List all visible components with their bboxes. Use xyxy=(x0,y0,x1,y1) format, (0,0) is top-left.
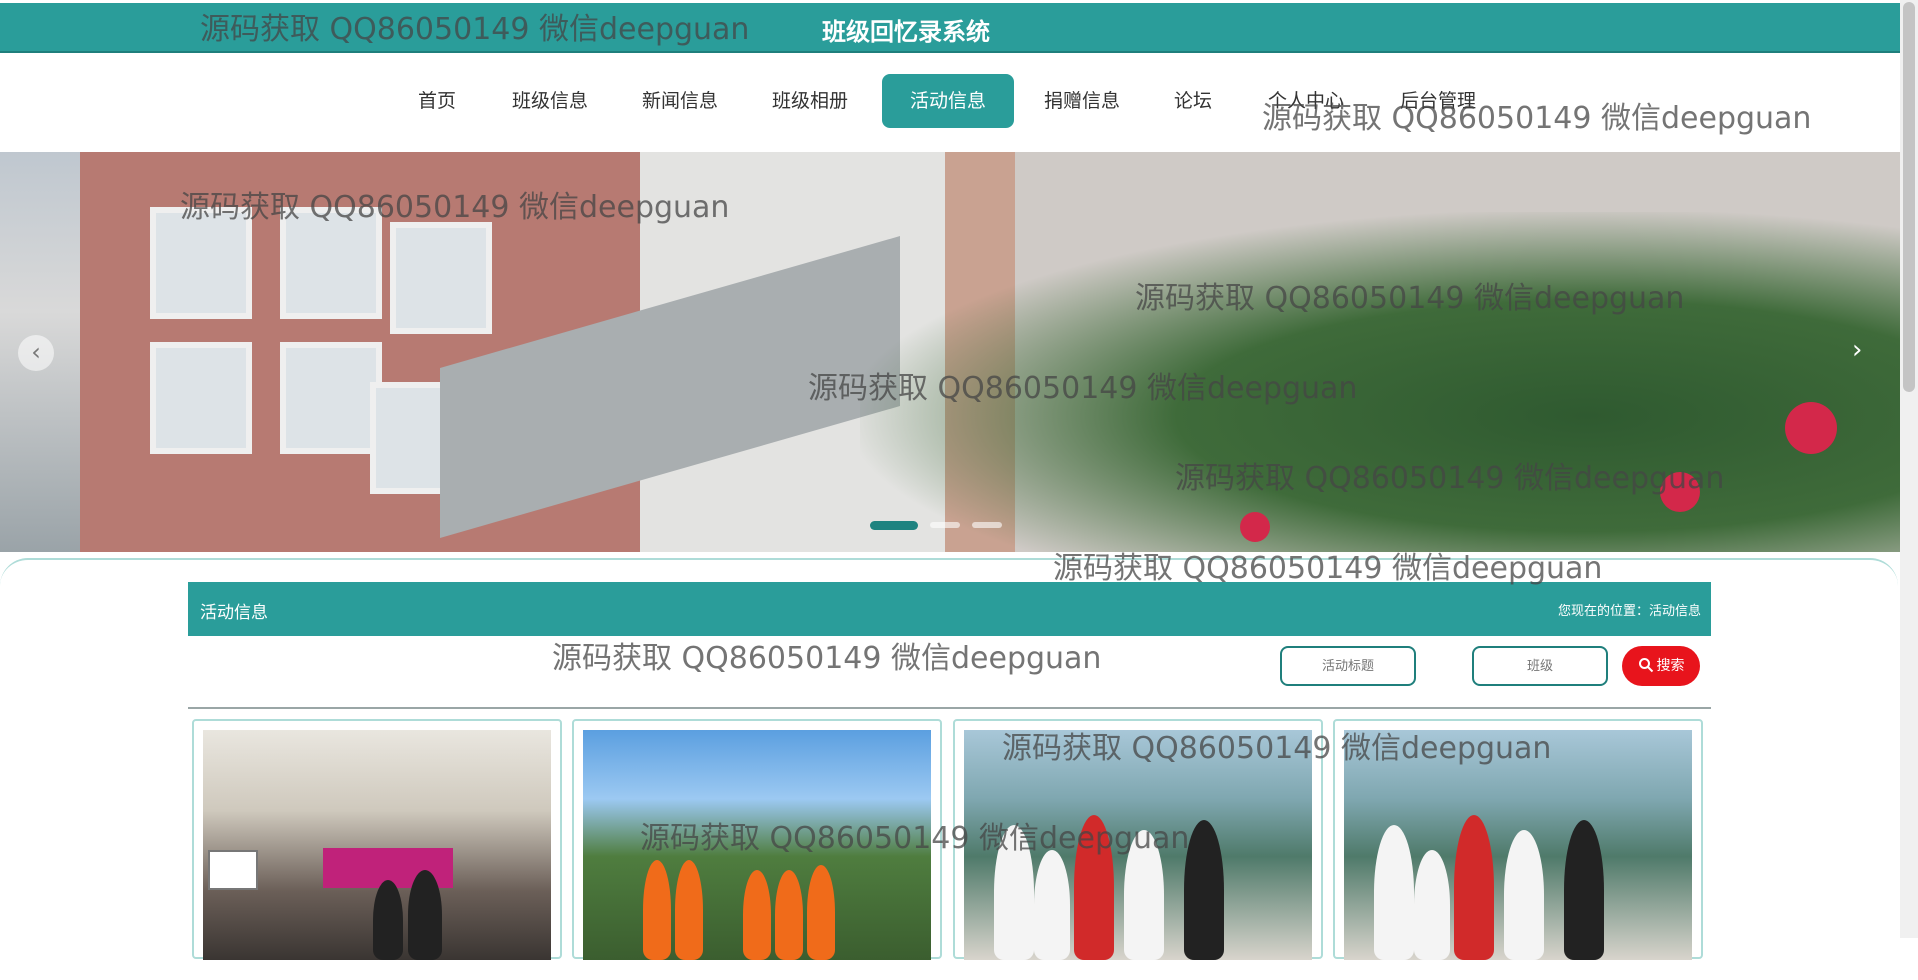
search-button-label: 搜索 xyxy=(1656,658,1685,674)
banner-window xyxy=(280,342,382,454)
image-person xyxy=(743,870,771,960)
nav-item-activities[interactable]: 活动信息 xyxy=(882,74,1015,128)
carousel-prev-icon[interactable]: ‹ xyxy=(18,335,54,371)
site-title: 班级回忆录系统 xyxy=(822,18,990,46)
banner-flower xyxy=(1785,402,1837,454)
image-person xyxy=(373,880,403,960)
image-person xyxy=(1034,850,1070,960)
watermark-text: 源码获取 QQ86050149 微信deepguan xyxy=(200,12,750,47)
carousel-next-icon[interactable]: › xyxy=(1852,335,1862,365)
watermark-text: 源码获取 QQ86050149 微信deepguan xyxy=(1002,731,1552,766)
watermark-text: 源码获取 QQ86050149 微信deepguan xyxy=(640,821,1190,856)
scrollbar-thumb[interactable] xyxy=(1903,2,1915,392)
activity-card[interactable] xyxy=(192,719,562,960)
nav-item-home[interactable]: 首页 xyxy=(390,74,484,128)
banner-flower xyxy=(1240,512,1270,542)
nav-item-forum[interactable]: 论坛 xyxy=(1146,74,1240,128)
image-person xyxy=(775,870,803,960)
nav-item-class-album[interactable]: 班级相册 xyxy=(744,74,876,128)
image-person xyxy=(1414,850,1450,960)
image-person xyxy=(408,870,442,960)
image-person xyxy=(1374,825,1414,960)
search-button[interactable]: 搜索 xyxy=(1622,646,1700,686)
banner-window xyxy=(390,222,492,334)
image-person xyxy=(1504,830,1544,960)
watermark-text: 源码获取 QQ86050149 微信deepguan xyxy=(1175,461,1725,496)
watermark-text: 源码获取 QQ86050149 微信deepguan xyxy=(1053,551,1603,586)
nav-item-class-info[interactable]: 班级信息 xyxy=(484,74,616,128)
image-person xyxy=(1454,815,1494,960)
image-person xyxy=(643,860,671,960)
watermark-text: 源码获取 QQ86050149 微信deepguan xyxy=(808,371,1358,406)
breadcrumb: 您现在的位置：活动信息 xyxy=(1557,604,1701,619)
watermark-text: 源码获取 QQ86050149 微信deepguan xyxy=(180,190,730,225)
image-person xyxy=(1184,820,1224,960)
nav-item-news[interactable]: 新闻信息 xyxy=(614,74,746,128)
section-title: 活动信息 xyxy=(200,603,268,623)
class-search-input[interactable] xyxy=(1472,646,1608,686)
watermark-text: 源码获取 QQ86050149 微信deepguan xyxy=(552,641,1102,676)
section-divider xyxy=(188,707,1711,709)
banner-window xyxy=(150,342,252,454)
watermark-text: 源码获取 QQ86050149 微信deepguan xyxy=(1135,281,1685,316)
search-icon xyxy=(1638,658,1653,673)
page-scrollbar[interactable] xyxy=(1900,0,1918,938)
carousel-dot[interactable] xyxy=(972,522,1002,528)
image-person xyxy=(1564,820,1604,960)
nav-item-donations[interactable]: 捐赠信息 xyxy=(1016,74,1148,128)
watermark-text: 源码获取 QQ86050149 微信deepguan xyxy=(1262,101,1812,136)
section-header: 活动信息 您现在的位置：活动信息 xyxy=(188,582,1711,636)
image-person xyxy=(675,860,703,960)
activity-title-search-input[interactable] xyxy=(1280,646,1416,686)
image-person xyxy=(807,865,835,960)
activity-card-image[interactable] xyxy=(203,730,551,960)
carousel-dot-active[interactable] xyxy=(870,521,918,530)
image-screen xyxy=(208,850,258,890)
carousel-dot[interactable] xyxy=(930,522,960,528)
